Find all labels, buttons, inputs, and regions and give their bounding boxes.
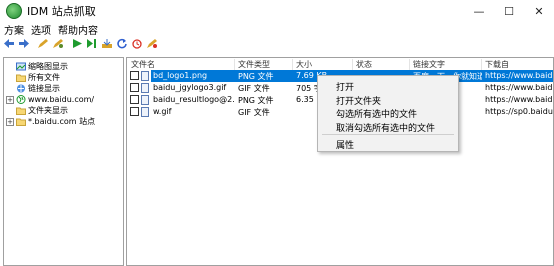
col-filename-cell: bd_logo1.png (153, 71, 208, 80)
col-linktext-header[interactable]: 链接文字 (410, 59, 482, 70)
link-icon (16, 84, 26, 93)
row-checkbox[interactable] (130, 71, 139, 80)
close-button[interactable]: ✕ (524, 0, 554, 22)
toolbar (0, 36, 554, 50)
download-icon[interactable] (101, 38, 113, 49)
menu-help[interactable]: 帮助内容 (58, 22, 98, 37)
col-filetype-header[interactable]: 文件类型 (235, 59, 293, 70)
col-filename-header[interactable]: 文件名 (128, 59, 235, 70)
tree-item-label: 所有文件 (28, 73, 60, 82)
title-bar: IDM 站点抓取 — ☐ ✕ (0, 0, 554, 22)
alarm-clock-icon[interactable] (131, 38, 143, 49)
pencil-alt-icon[interactable] (52, 38, 64, 49)
ctx-separator (322, 134, 454, 135)
next-icon[interactable] (86, 38, 98, 49)
col-size-header[interactable]: 大小 (293, 59, 353, 70)
ctx-open-folder[interactable]: 打开文件夹 (336, 94, 381, 107)
expand-icon[interactable]: + (6, 117, 14, 126)
col-filetype-cell: GIF 文件 (238, 84, 270, 93)
tree-item[interactable]: 缩略图显示 (16, 61, 68, 72)
tree-item-label: www.baidu.com/ (28, 95, 95, 104)
file-icon (141, 107, 149, 117)
idm-logo-icon (6, 3, 22, 19)
col-status-header[interactable]: 状态 (353, 59, 410, 70)
col-source-header[interactable]: 下载自 (482, 59, 553, 70)
col-source-cell: https://sp0.baidu.c (485, 107, 554, 116)
row-checkbox[interactable] (130, 107, 139, 116)
menu-bar: 方案 选项 帮助内容 (0, 22, 554, 37)
tree-item[interactable]: 文件夹显示 (16, 105, 68, 116)
col-source-cell: https://www.baidu.c (485, 71, 553, 80)
refresh-icon[interactable] (116, 38, 128, 49)
col-filetype-cell: GIF 文件 (238, 108, 270, 117)
col-source-cell: https://www.baidu.c (485, 95, 553, 104)
folder-icon (16, 73, 26, 82)
expand-icon[interactable]: + (6, 95, 14, 104)
gear-pencil-icon[interactable] (146, 38, 158, 49)
tree-item[interactable]: + www.baidu.com/ (6, 94, 94, 105)
col-filetype-cell: PNG 文件 (238, 72, 274, 81)
ctx-properties[interactable]: 属性 (336, 138, 354, 151)
tree-item[interactable]: 所有文件 (16, 72, 60, 83)
row-checkbox[interactable] (130, 83, 139, 92)
col-filename-cell: w.gif (153, 107, 172, 116)
context-menu: 打开 打开文件夹 勾选所有选中的文件 取消勾选所有选中的文件 属性 (317, 75, 459, 152)
tree-item[interactable]: 链接显示 (16, 83, 60, 94)
menu-scheme[interactable]: 方案 (4, 22, 24, 37)
back-icon[interactable] (3, 38, 15, 49)
forward-icon[interactable] (18, 38, 30, 49)
col-filename-cell: baidu_jgylogo3.gif (153, 83, 227, 92)
file-icon (141, 95, 149, 105)
col-filetype-cell: PNG 文件 (238, 96, 274, 105)
folder-icon (16, 106, 26, 115)
tree-pane: 缩略图显示所有文件链接显示 + www.baidu.com/文件夹显示 + *.baid… (3, 57, 124, 266)
minimize-button[interactable]: — (464, 0, 494, 22)
globe-icon (16, 95, 26, 104)
maximize-button[interactable]: ☐ (494, 0, 524, 22)
window-title: IDM 站点抓取 (27, 5, 96, 18)
ctx-uncheck-selected[interactable]: 取消勾选所有选中的文件 (336, 121, 435, 134)
ctx-check-selected[interactable]: 勾选所有选中的文件 (336, 107, 417, 120)
ctx-open[interactable]: 打开 (336, 80, 354, 93)
tree-item-label: 链接显示 (28, 84, 60, 93)
col-source-cell: https://www.baidu.c (485, 83, 553, 92)
thumbnail-icon (16, 62, 26, 71)
row-checkbox[interactable] (130, 95, 139, 104)
tree-item-label: *.baidu.com 站点 (28, 117, 96, 126)
pencil-icon[interactable] (37, 38, 49, 49)
play-icon[interactable] (71, 38, 83, 49)
file-icon (141, 71, 149, 81)
col-filename-cell: baidu_resultlogo@2.png (153, 95, 235, 104)
tree-item-label: 缩略图显示 (28, 62, 68, 71)
menu-options[interactable]: 选项 (31, 22, 51, 37)
file-icon (141, 83, 149, 93)
folder-icon (16, 117, 26, 126)
tree-item-label: 文件夹显示 (28, 106, 68, 115)
tree-item[interactable]: + *.baidu.com 站点 (6, 116, 95, 127)
